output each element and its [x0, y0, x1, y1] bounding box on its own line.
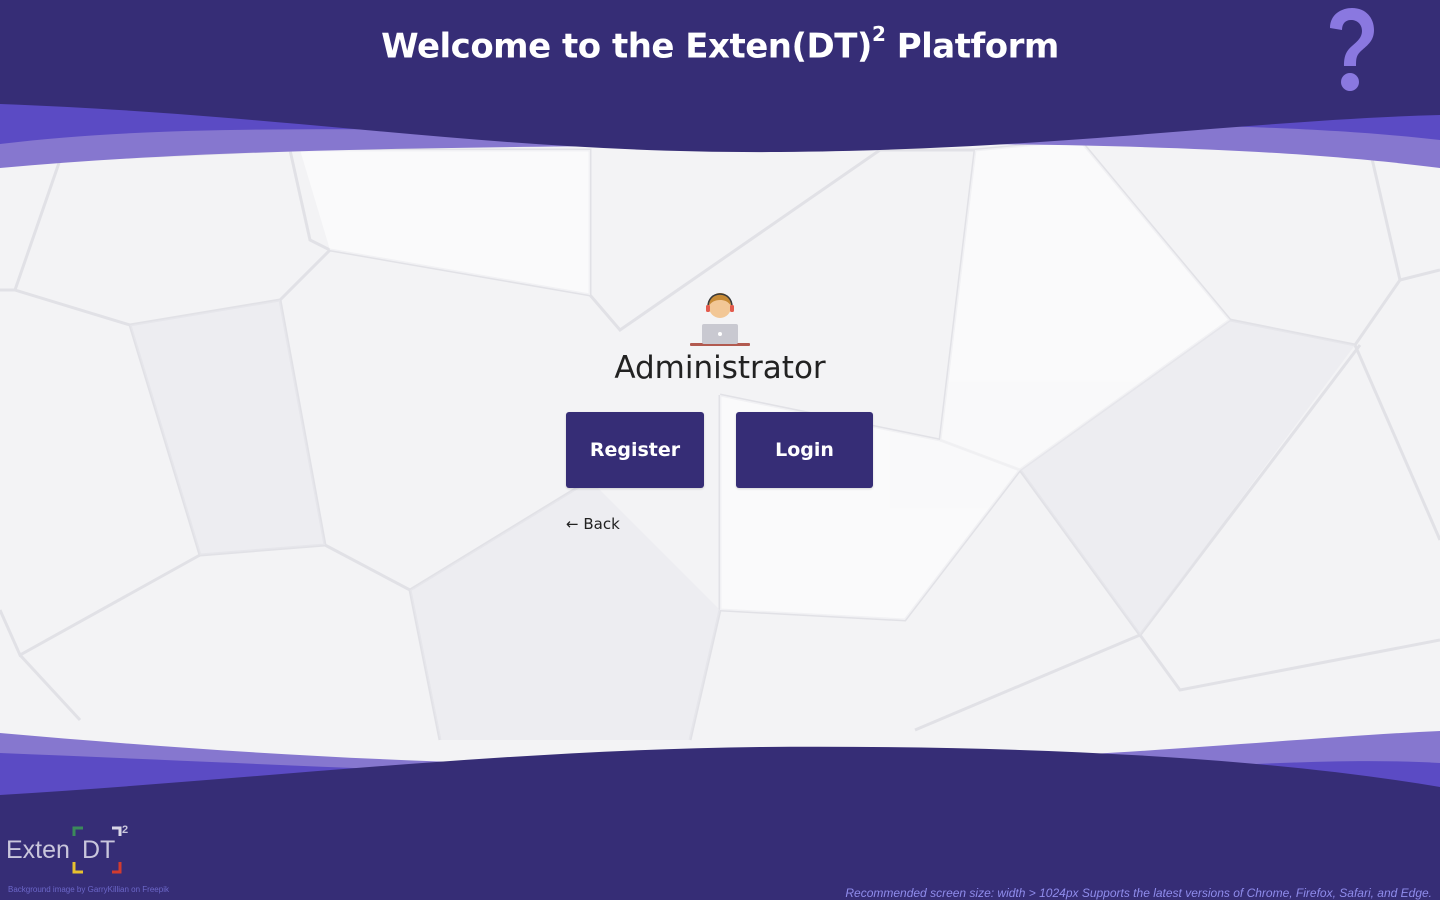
register-button[interactable]: Register [566, 412, 704, 488]
back-link[interactable]: ← Back [566, 515, 620, 533]
administrator-avatar-icon [690, 293, 750, 346]
logo-dt-text: DT [82, 836, 116, 864]
role-title: Administrator [614, 350, 826, 386]
title-prefix: Welcome to the Exten(DT) [381, 26, 872, 67]
browser-recommendation: Recommended screen size: width > 1024px … [845, 886, 1432, 900]
logo-text: Exten [6, 836, 70, 864]
logo-superscript: 2 [122, 824, 129, 836]
question-mark-icon[interactable] [1316, 6, 1386, 98]
login-button[interactable]: Login [736, 412, 873, 488]
page: Welcome to the Exten(DT)2 Platform Admin… [0, 0, 1440, 900]
title-suffix: Platform [885, 26, 1060, 67]
page-title: Welcome to the Exten(DT)2 Platform [0, 22, 1440, 67]
footer-banner [0, 731, 1440, 900]
background-credit: Background image by GarryKillian on Free… [8, 885, 169, 894]
title-superscript: 2 [871, 22, 886, 46]
